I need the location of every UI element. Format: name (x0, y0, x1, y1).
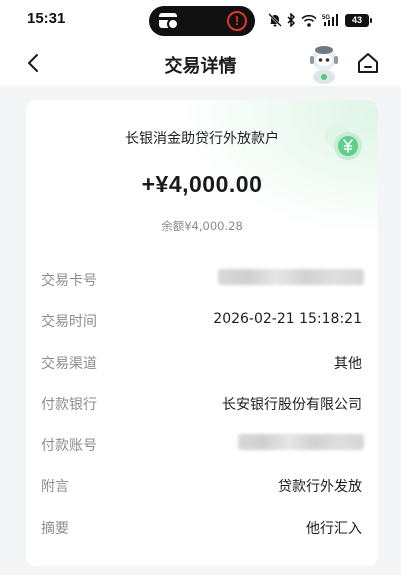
transaction-card: 长银消金助贷行外放款户 +¥4,000.00 余额¥4,000.28 交易卡号 … (26, 100, 378, 566)
account-balance: 余额¥4,000.28 (161, 219, 243, 233)
detail-label: 付款银行 (41, 396, 97, 413)
nav-bar: 交易详情 (0, 40, 401, 86)
transaction-amount: +¥4,000.00 (141, 171, 263, 197)
detail-label: 交易卡号 (41, 273, 97, 289)
detail-row-payer-bank: 付款银行 长安银行股份有限公司 (26, 386, 378, 427)
card-icon (159, 13, 179, 30)
bluetooth-icon (287, 13, 296, 27)
detail-label: 摘要 (41, 520, 69, 537)
dynamic-island[interactable]: ! (149, 6, 255, 36)
detail-label: 交易渠道 (41, 355, 97, 372)
payee-name: 长银消金助贷行外放款户 (125, 131, 279, 147)
robot-assistant-icon[interactable] (306, 44, 342, 84)
home-icon[interactable] (355, 50, 381, 76)
detail-list: 交易卡号 交易时间 2026-02-21 15:18:21 交易渠道 其他 付款… (26, 262, 378, 551)
detail-value: 他行汇入 (306, 520, 362, 537)
detail-value: 贷款行外发放 (278, 479, 362, 496)
alert-icon: ! (227, 11, 247, 31)
detail-row-channel: 交易渠道 其他 (26, 345, 378, 386)
detail-row-payer-account: 付款账号 (26, 427, 378, 468)
signal-5g-icon: 5G (322, 14, 338, 26)
detail-row-memo: 附言 贷款行外发放 (26, 468, 378, 509)
detail-row-summary: 摘要 他行汇入 (26, 510, 378, 551)
status-icons: 5G 43 (268, 11, 372, 29)
status-time: 15:31 (27, 10, 66, 27)
detail-value: 长安银行股份有限公司 (222, 396, 362, 413)
bell-muted-icon (268, 13, 282, 27)
detail-label: 付款账号 (41, 438, 97, 455)
masked-card-number (218, 269, 364, 285)
detail-row-card-number: 交易卡号 (26, 262, 378, 303)
detail-label: 附言 (41, 479, 69, 496)
status-bar: 15:31 ! 5G 43 (0, 0, 401, 40)
detail-row-time: 交易时间 2026-02-21 15:18:21 (26, 303, 378, 344)
battery-icon: 43 (345, 13, 372, 27)
detail-value: 2026-02-21 15:18:21 (213, 311, 362, 328)
detail-value: 其他 (334, 355, 362, 372)
masked-account-number (238, 434, 364, 451)
wifi-icon (301, 14, 317, 27)
detail-label: 交易时间 (41, 314, 97, 331)
